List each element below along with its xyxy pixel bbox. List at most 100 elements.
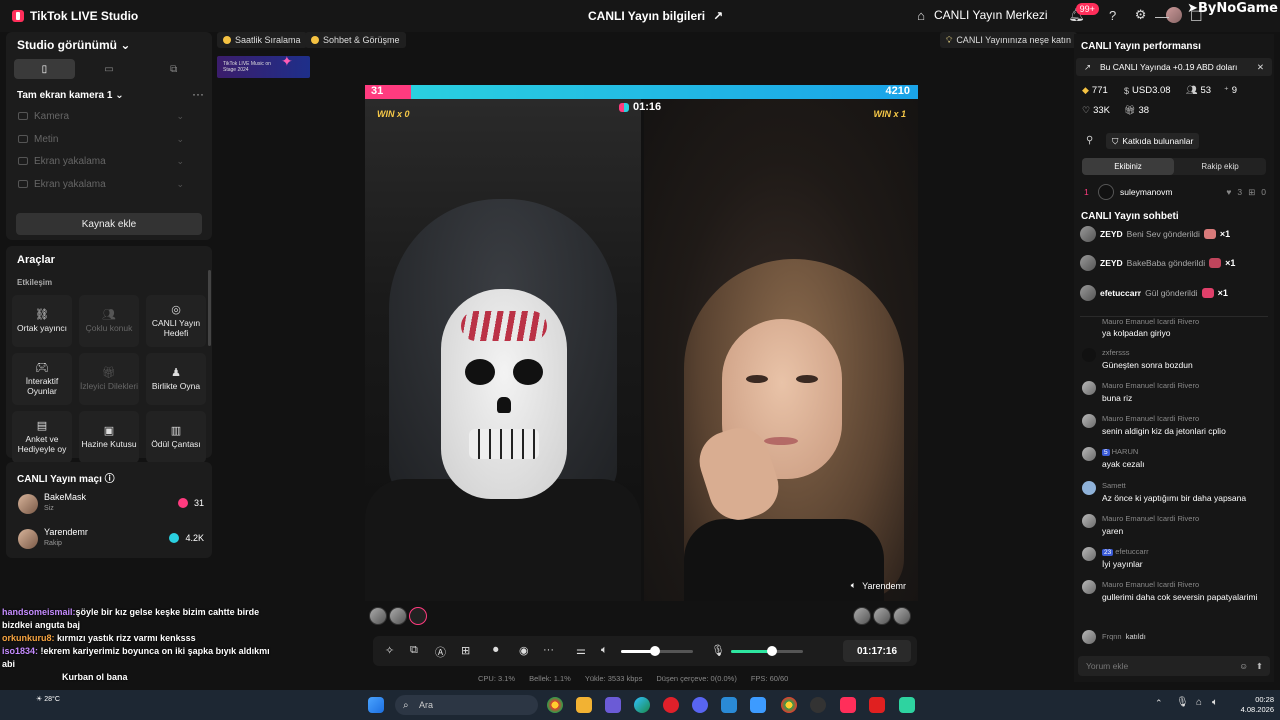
avatar <box>1082 580 1096 594</box>
camera-settings-icon[interactable]: ◉ <box>519 644 529 657</box>
hourly-ranking-link[interactable]: Saatlik Sıralama <box>217 32 307 48</box>
chat-call-link[interactable]: Sohbet & Görüşme <box>305 32 406 48</box>
event-banner[interactable]: TikTok LIVE Music on Stage 2024 ✦ <box>217 54 310 78</box>
dropped-frames-stat: Düşen çerçeve: 0(0.0%) <box>656 674 737 683</box>
rank-icon: ⛉ <box>1112 135 1119 146</box>
network-icon[interactable]: ⌂ <box>1196 697 1202 708</box>
file-explorer-icon[interactable] <box>576 697 592 713</box>
avatar[interactable] <box>409 607 427 625</box>
youtube-icon[interactable] <box>869 697 885 713</box>
more-icon[interactable]: ··· <box>543 644 554 656</box>
discord-icon[interactable] <box>692 697 708 713</box>
weather-widget[interactable]: ☀ 28°C <box>36 695 60 703</box>
text-icon <box>18 135 28 143</box>
live-info-label: CANLI Yayın bilgileri <box>588 9 706 23</box>
screen-capture-icon[interactable]: ⧉ <box>410 644 418 657</box>
ai-icon[interactable]: Ⓐ <box>435 644 446 660</box>
chrome-icon[interactable] <box>547 697 563 713</box>
users-icon: 👥︎ <box>102 308 116 321</box>
comment-placeholder: Yorum ekle <box>1086 661 1129 671</box>
close-icon[interactable]: ✕ <box>1257 62 1264 73</box>
tool-multi-guest[interactable]: 👥︎ Çoklu konuk <box>79 295 139 347</box>
teams-icon[interactable] <box>605 697 621 713</box>
avatar <box>1080 226 1096 242</box>
send-icon[interactable]: ⬆ <box>1256 661 1263 672</box>
tiktok-live-studio-icon[interactable] <box>840 697 856 713</box>
settings-gear-icon[interactable]: ⚙ <box>1132 6 1150 24</box>
diamond-icon: ◆ <box>1082 85 1089 95</box>
system-clock[interactable]: 00:28 4.08.2026 <box>1230 695 1274 715</box>
likes-metric: ♡ 33K <box>1082 105 1110 116</box>
add-scene-icon[interactable]: ⊞ <box>461 644 470 657</box>
info-icon[interactable]: ⓘ <box>105 474 115 485</box>
dual-layout-button[interactable]: ⧉ <box>143 59 204 79</box>
tools-scrollbar[interactable] <box>208 270 211 346</box>
portrait-layout-button[interactable]: ▯ <box>14 59 75 79</box>
contributors-button[interactable]: ⛉ Katkıda bulunanlar <box>1106 133 1200 149</box>
live-center-link[interactable]: CANLI Yayın Merkezi <box>934 8 1048 22</box>
landscape-layout-button[interactable]: ▭ <box>79 59 140 79</box>
tool-treasure-box[interactable]: ▣ Hazine Kutusu <box>79 411 139 463</box>
minimize-icon[interactable]: — <box>1155 8 1169 24</box>
tool-play-together[interactable]: ♟ Birlikte Oyna <box>146 353 206 405</box>
source-row[interactable]: Ekran yakalama ⌄ <box>18 176 184 192</box>
live-info-button[interactable]: CANLI Yayın bilgileri ↗ <box>588 9 723 23</box>
comment-input[interactable]: Yorum ekle ☺ ⬆ <box>1078 656 1270 676</box>
chevron-up-icon[interactable]: ⌃ <box>1155 698 1163 709</box>
avatar[interactable] <box>389 607 407 625</box>
source-row[interactable]: Kamera ⌄ <box>18 108 184 124</box>
record-icon[interactable]: ⏺ <box>493 644 499 657</box>
edge-icon[interactable] <box>634 697 650 713</box>
source-row[interactable]: Ekran yakalama ⌄ <box>18 153 184 169</box>
tool-interactive-games[interactable]: 🎮︎ İnteraktif Oyunlar <box>12 353 72 405</box>
tab-rival-team[interactable]: Rakip ekip <box>1174 158 1266 175</box>
avatar[interactable] <box>893 607 911 625</box>
match-player-row: Yarendemr Rakip 4.2K <box>16 527 204 553</box>
app-icon[interactable] <box>899 697 915 713</box>
magic-effects-icon[interactable]: ✧ <box>385 644 394 657</box>
start-menu-icon[interactable] <box>368 697 384 713</box>
chat-message: Samett Az önce ki yaptığımı bir daha yaps… <box>1082 481 1268 511</box>
avatar <box>1082 630 1096 644</box>
add-source-button[interactable]: Kaynak ekle <box>16 213 202 235</box>
equalizer-icon[interactable]: ⚌ <box>576 644 586 657</box>
opera-icon[interactable] <box>663 697 679 713</box>
avatar[interactable] <box>853 607 871 625</box>
search-icon: ⌕ <box>403 699 409 711</box>
emoji-icon[interactable]: ☺ <box>1239 661 1248 671</box>
chrome-profile-icon[interactable] <box>781 697 797 713</box>
tool-co-host[interactable]: ⛓ Ortak yayıncı <box>12 295 72 347</box>
mic-volume-knob[interactable] <box>767 646 777 656</box>
microphone-icon[interactable]: 🎙︎ <box>1176 697 1189 708</box>
tool-reward-bag[interactable]: ▥ Ödül Çantası <box>146 411 206 463</box>
store-icon[interactable] <box>750 697 766 713</box>
microphone-icon[interactable]: 🎙︎ <box>711 644 725 657</box>
tab-your-team[interactable]: Ekibiniz <box>1082 158 1174 175</box>
more-options-icon[interactable]: ··· <box>192 87 204 101</box>
notification-bell-icon[interactable]: 🔔︎ 99+ <box>1068 3 1099 24</box>
avatar[interactable] <box>873 607 891 625</box>
gift-message: ZEYD Beni Sev gönderildi ×1 <box>1080 224 1270 244</box>
mail-icon[interactable] <box>721 697 737 713</box>
viewers-metric: 👥︎ 53 <box>1186 85 1212 96</box>
mic-volume-fill <box>731 650 772 653</box>
obs-icon[interactable] <box>810 697 826 713</box>
scene-dropdown[interactable]: Tam ekran kamera 1 ⌄ <box>17 90 124 101</box>
tool-viewer-wishes[interactable]: 🎁︎ İzleyici Dilekleri <box>79 353 139 405</box>
volume-icon[interactable]: 🔈︎ <box>1212 697 1218 708</box>
avatar <box>1082 514 1096 528</box>
person-icon[interactable]: ⚲ <box>1086 135 1093 146</box>
tool-poll[interactable]: ▤ Anket ve Hediyeyle oy <box>12 411 72 463</box>
speaker-volume-knob[interactable] <box>650 646 660 656</box>
help-icon[interactable]: ? <box>1104 6 1122 24</box>
avatar[interactable] <box>369 607 387 625</box>
taskbar-search[interactable]: ⌕ Ara <box>395 695 538 715</box>
speaker-icon: 🔈︎ <box>850 580 857 590</box>
contributor-row[interactable]: 1 suleymanovm ♥ 3 ⊞ 0 <box>1084 184 1266 200</box>
speaker-volume-icon[interactable]: 🔈︎ <box>601 644 608 657</box>
title-bar: TikTok LIVE Studio CANLI Yayın bilgileri… <box>0 0 1280 32</box>
source-row[interactable]: Metin ⌄ <box>18 131 184 147</box>
studio-view-dropdown[interactable]: Studio görünümü ⌄ <box>17 38 130 52</box>
add-joy-link[interactable]: 💡︎ CANLI Yayınınıza neşe katın <box>940 32 1078 48</box>
tool-live-goal[interactable]: ◎ CANLI Yayın Hedefi <box>146 295 206 347</box>
